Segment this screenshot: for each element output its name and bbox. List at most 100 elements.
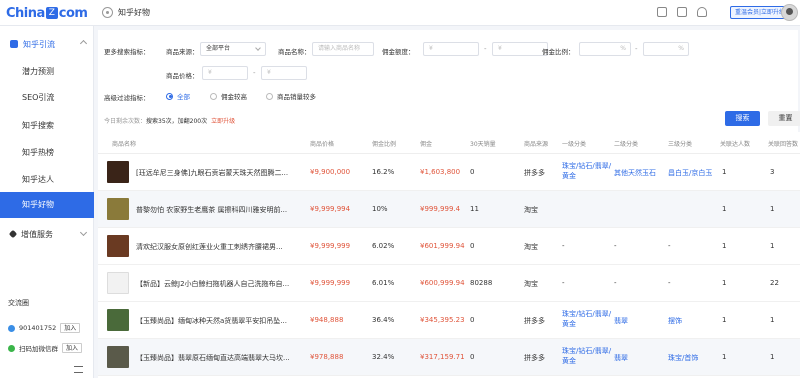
sales-30d: 0 bbox=[470, 242, 475, 250]
category-3: - bbox=[668, 242, 671, 250]
ratio-min-input[interactable]: % bbox=[579, 42, 631, 56]
radio-high-commission[interactable]: 佣金较高 bbox=[210, 91, 247, 101]
th-commission[interactable]: 佣金 bbox=[420, 139, 432, 148]
product-thumbnail[interactable] bbox=[107, 161, 129, 183]
category-2[interactable]: 翡翠 bbox=[614, 353, 628, 363]
commission-ratio: 10% bbox=[372, 205, 388, 213]
product-name[interactable]: 清欢纪汉服女原创红莲业火重工刺绣齐腰裙男... bbox=[136, 242, 304, 252]
category-3: - bbox=[668, 279, 671, 287]
category-1: - bbox=[562, 242, 565, 250]
table-row[interactable]: 普黎勿怕 农家野生老鹰茶 属擦科四川雅安明前... ¥9,999,994 10%… bbox=[98, 191, 800, 228]
sidebar-item-seo[interactable]: SEO引流 bbox=[0, 85, 94, 111]
sidebar-item-search[interactable]: 知乎搜索 bbox=[0, 113, 94, 139]
page-title: 知乎好物 bbox=[118, 8, 150, 17]
category-1: - bbox=[562, 279, 565, 287]
qq-join-button[interactable]: 加入 bbox=[60, 323, 81, 333]
quota-upgrade-link[interactable]: 立即升级 bbox=[211, 118, 235, 125]
quota-info: 今日剩余次数：搜索35次，加翻200次 立即升级 bbox=[104, 116, 235, 125]
table-row[interactable]: [珏远牟尼三身佛]九眼石贡岩蒙天珠天然图腾二... ¥9,900,000 16.… bbox=[98, 154, 800, 191]
ratio-label: 佣金比例： bbox=[542, 48, 575, 56]
th-experts[interactable]: 关联达人数 bbox=[720, 139, 750, 148]
main-content: 更多搜索指标： 商品来源： 全部平台 商品名称： 请输入商品名称 佣金额度： ¥… bbox=[94, 26, 800, 378]
product-price: ¥978,888 bbox=[310, 353, 344, 361]
product-thumbnail[interactable] bbox=[107, 346, 129, 368]
avatar[interactable] bbox=[781, 4, 798, 21]
sidebar-item-goods[interactable]: 知乎好物 bbox=[0, 192, 94, 218]
product-thumbnail[interactable] bbox=[107, 198, 129, 220]
price-max-input[interactable]: ¥ bbox=[261, 66, 307, 80]
share-icon[interactable] bbox=[657, 7, 667, 17]
category-3[interactable]: 昌白玉/京白玉 bbox=[668, 168, 712, 178]
product-source: 拼多多 bbox=[524, 317, 545, 325]
source-label: 商品来源： bbox=[166, 48, 199, 56]
category-3[interactable]: 摆饰 bbox=[668, 316, 682, 326]
ratio-max-input[interactable]: % bbox=[643, 42, 689, 56]
table-row[interactable]: 清欢纪汉服女原创红莲业火重工刺绣齐腰裙男... ¥9,999,999 6.02%… bbox=[98, 228, 800, 265]
th-ratio[interactable]: 佣金比例 bbox=[372, 139, 396, 148]
product-price: ¥948,888 bbox=[310, 316, 344, 324]
wechat-join-button[interactable]: 加入 bbox=[62, 343, 83, 353]
radio-label: 商品销量较多 bbox=[277, 93, 316, 101]
commission-amount: ¥317,159.71 bbox=[420, 353, 465, 361]
commission-amount: ¥600,999.94 bbox=[420, 279, 465, 287]
category-2: - bbox=[614, 279, 617, 287]
sidebar-group-label: 增值服务 bbox=[21, 229, 53, 239]
bell-icon[interactable] bbox=[697, 7, 707, 17]
radio-all[interactable]: 全部 bbox=[166, 91, 190, 101]
table-row[interactable]: 【玉臻尚品】翡翠原石缅甸直达高端翡翠大马坎... ¥978,888 32.4% … bbox=[98, 339, 800, 376]
category-1[interactable]: 珠宝/钻石/翡翠/黄金 bbox=[562, 309, 612, 329]
expert-count: 1 bbox=[722, 205, 727, 213]
radio-high-sales[interactable]: 商品销量较多 bbox=[266, 91, 316, 101]
answer-count: 1 bbox=[770, 242, 775, 250]
th-price[interactable]: 商品价格 bbox=[310, 139, 334, 148]
chevron-down-icon bbox=[255, 45, 261, 51]
product-name[interactable]: [珏远牟尼三身佛]九眼石贡岩蒙天珠天然图腾二... bbox=[136, 168, 304, 178]
product-name[interactable]: 【新品】云鲸J2小白鲸扫拖机器人自己洗拖布自... bbox=[136, 279, 304, 289]
product-source: 淘宝 bbox=[524, 243, 538, 251]
th-answers[interactable]: 关联回答数 bbox=[768, 139, 798, 148]
table-row[interactable]: 【新品】云鲸J2小白鲸扫拖机器人自己洗拖布自... ¥9,999,999 6.0… bbox=[98, 265, 800, 302]
product-thumbnail[interactable] bbox=[107, 272, 129, 294]
menu-icon[interactable] bbox=[74, 366, 83, 373]
product-name[interactable]: 普黎勿怕 农家野生老鹰茶 属擦科四川雅安明前... bbox=[136, 205, 304, 215]
category-1[interactable]: 珠宝/钻石/翡翠/黄金 bbox=[562, 161, 612, 181]
category-1[interactable]: 珠宝/钻石/翡翠/黄金 bbox=[562, 346, 612, 366]
logo[interactable]: China Z com bbox=[6, 5, 88, 21]
goods-table: 商品名称 商品价格 佣金比例 佣金 30天销量 商品来源 一级分类 二级分类 三… bbox=[98, 132, 800, 378]
sidebar: 知乎引流 潜力预测 SEO引流 知乎搜索 知乎热榜 知乎达人 知乎好物 增值服务… bbox=[0, 26, 94, 378]
product-source: 拼多多 bbox=[524, 354, 545, 362]
expert-count: 1 bbox=[722, 279, 727, 287]
logo-text: China bbox=[6, 5, 45, 21]
sidebar-item-experts[interactable]: 知乎达人 bbox=[0, 167, 94, 193]
sidebar-item-hot[interactable]: 知乎热榜 bbox=[0, 140, 94, 166]
search-button[interactable]: 搜索 bbox=[725, 111, 760, 126]
product-name[interactable]: 【玉臻尚品】缅甸冰种天然a货翡翠平安扣吊坠... bbox=[136, 316, 304, 326]
sidebar-group-value-added[interactable]: 增值服务 bbox=[0, 224, 94, 244]
price-min-input[interactable]: ¥ bbox=[202, 66, 248, 80]
sidebar-group-label: 知乎引流 bbox=[23, 39, 55, 49]
category-2[interactable]: 其他天然玉石 bbox=[614, 168, 656, 178]
product-thumbnail[interactable] bbox=[107, 309, 129, 331]
message-icon[interactable] bbox=[677, 7, 687, 17]
commission-min-input[interactable]: ¥ bbox=[423, 42, 479, 56]
commission-max-input[interactable]: ¥ bbox=[492, 42, 548, 56]
commission-ratio: 32.4% bbox=[372, 353, 395, 361]
name-input[interactable]: 请输入商品名称 bbox=[312, 42, 374, 56]
source-select[interactable]: 全部平台 bbox=[200, 42, 266, 56]
category-2[interactable]: 翡翠 bbox=[614, 316, 628, 326]
sidebar-group-zhihu-traffic[interactable]: 知乎引流 bbox=[0, 34, 94, 54]
quota-value: 搜索35次，加翻200次 bbox=[146, 118, 208, 125]
product-thumbnail[interactable] bbox=[107, 235, 129, 257]
sidebar-item-potential[interactable]: 潜力预测 bbox=[0, 59, 94, 85]
commission-ratio: 6.02% bbox=[372, 242, 395, 250]
range-dash: - bbox=[484, 45, 487, 53]
answer-count: 1 bbox=[770, 316, 775, 324]
th-cat2: 二级分类 bbox=[614, 141, 639, 148]
table-row[interactable]: 【玉臻尚品】缅甸冰种天然a货翡翠平安扣吊坠... ¥948,888 36.4% … bbox=[98, 302, 800, 339]
sales-30d: 0 bbox=[470, 353, 475, 361]
th-sales[interactable]: 30天销量 bbox=[470, 139, 496, 148]
product-price: ¥9,900,000 bbox=[310, 168, 351, 176]
product-name[interactable]: 【玉臻尚品】翡翠原石缅甸直达高端翡翠大马坎... bbox=[136, 353, 304, 363]
category-3[interactable]: 珠宝/首饰 bbox=[668, 353, 698, 363]
reset-button[interactable]: 重置 bbox=[768, 111, 800, 126]
